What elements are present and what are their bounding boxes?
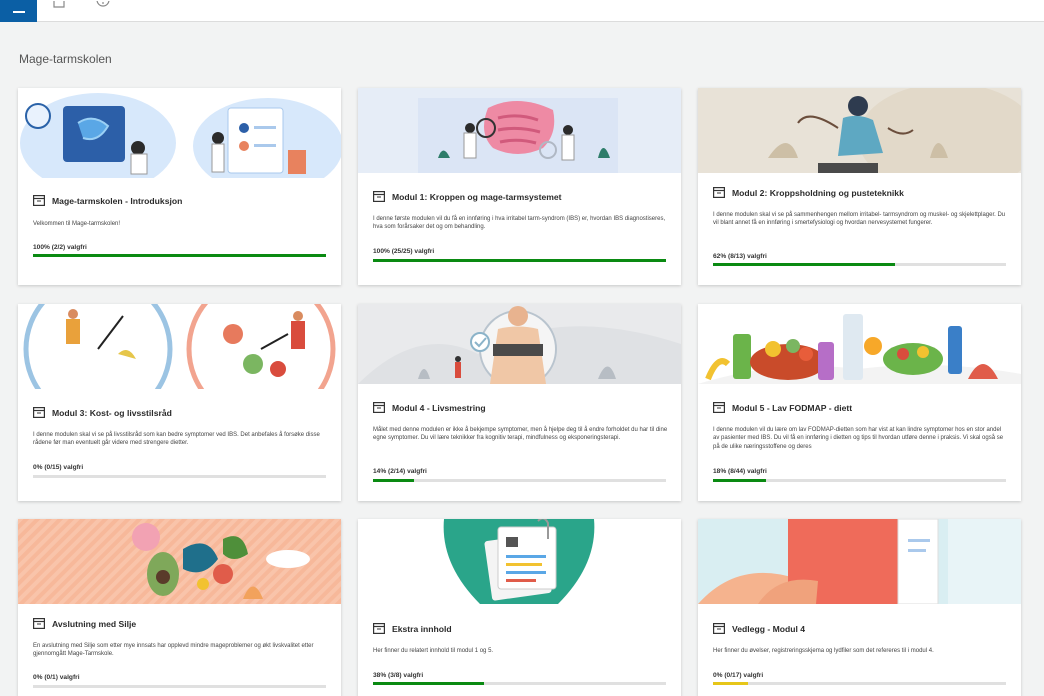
card-title: Modul 2: Kroppsholdning og pusteteknikk (732, 187, 904, 198)
card-description: I denne første modulen vil du få en innf… (373, 216, 666, 231)
card-illustration (18, 519, 341, 604)
progress-fill (713, 263, 895, 266)
card-description: Her finner du øvelser, registreringsskje… (713, 648, 934, 654)
card-illustration (18, 304, 341, 389)
page-title: Mage-tarmskolen (19, 52, 112, 66)
card-illustration (18, 88, 341, 178)
card-description: I denne modulen skal vi se på sammenheng… (713, 212, 1006, 227)
progress-bar (373, 479, 666, 482)
module-icon (373, 623, 385, 634)
course-card-modul-3[interactable]: Modul 3: Kost- og livsstilsråd I denne m… (18, 304, 341, 501)
progress-label: 18% (8/44) valgfri (713, 468, 767, 475)
info-button[interactable] (94, 0, 112, 12)
progress-fill (713, 682, 749, 685)
module-icon (713, 402, 725, 413)
progress-bar (33, 254, 326, 257)
progress-fill (373, 682, 485, 685)
progress-bar (373, 682, 666, 685)
course-card-modul-1[interactable]: Modul 1: Kroppen og mage-tarmsystemet I … (358, 88, 681, 285)
info-icon (96, 0, 110, 7)
card-title: Modul 1: Kroppen og mage-tarmsystemet (392, 191, 562, 202)
progress-bar (713, 263, 1006, 266)
card-description: I denne modulen vil du lære om lav FODMA… (713, 427, 1004, 450)
progress-bar (33, 475, 326, 478)
module-icon (713, 623, 725, 634)
course-card-avslutning[interactable]: Avslutning med Silje En avslutning med S… (18, 519, 341, 696)
progress-label: 100% (2/2) valgfri (33, 244, 87, 251)
card-illustration (358, 519, 681, 604)
progress-label: 38% (3/8) valgfri (373, 672, 424, 679)
card-description: Målet med denne modulen er ikke å bekjem… (373, 427, 668, 442)
menu-button[interactable] (0, 0, 37, 22)
card-description: En avslutning med Silje som etter mye in… (33, 643, 314, 658)
module-icon (713, 187, 725, 198)
progress-fill (373, 259, 666, 262)
card-title: Mage-tarmskolen - Introduksjon (52, 195, 183, 206)
module-icon (33, 195, 45, 206)
card-description: Her finner du relatert innhold til modul… (373, 648, 494, 654)
module-icon (33, 618, 45, 629)
progress-label: 100% (25/25) valgfri (373, 248, 435, 255)
progress-bar (33, 685, 326, 688)
progress-bar (713, 479, 1006, 482)
card-illustration (698, 88, 1021, 173)
home-button[interactable] (50, 0, 68, 12)
card-title: Modul 3: Kost- og livsstilsråd (52, 407, 172, 418)
card-illustration (698, 304, 1021, 384)
card-title: Modul 5 - Lav FODMAP - diett (732, 402, 853, 413)
card-illustration (358, 304, 681, 384)
progress-bar (713, 682, 1006, 685)
progress-label: 14% (2/14) valgfri (373, 468, 427, 475)
card-title: Modul 4 - Livsmestring (392, 402, 486, 413)
progress-label: 0% (0/1) valgfri (33, 674, 80, 681)
course-card-modul-4[interactable]: Modul 4 - Livsmestring Målet med denne m… (358, 304, 681, 501)
card-description: Velkommen til Mage-tarmskolen! (33, 221, 121, 227)
module-icon (33, 407, 45, 418)
hamburger-menu-icon (12, 11, 25, 13)
progress-label: 62% (8/13) valgfri (713, 253, 767, 260)
card-title: Vedlegg - Modul 4 (732, 623, 806, 634)
home-icon (53, 0, 65, 8)
course-card-modul-5[interactable]: Modul 5 - Lav FODMAP - diett I denne mod… (698, 304, 1021, 501)
card-illustration (358, 88, 681, 173)
progress-label: 0% (0/15) valgfri (33, 464, 84, 471)
top-bar (0, 0, 1044, 22)
course-card-modul-2[interactable]: Modul 2: Kroppsholdning og pusteteknikk … (698, 88, 1021, 285)
module-icon (373, 402, 385, 413)
progress-fill (33, 254, 326, 257)
progress-bar (373, 259, 666, 262)
module-icon (373, 191, 385, 202)
card-title: Avslutning med Silje (52, 618, 137, 629)
card-description: I denne modulen skal vi se på livsstilsr… (33, 432, 320, 447)
progress-fill (713, 479, 766, 482)
card-title: Ekstra innhold (392, 623, 452, 634)
course-card-vedlegg[interactable]: Vedlegg - Modul 4 Her finner du øvelser,… (698, 519, 1021, 696)
course-card-intro[interactable]: Mage-tarmskolen - Introduksjon Velkommen… (18, 88, 341, 285)
course-card-ekstra[interactable]: Ekstra innhold Her finner du relatert in… (358, 519, 681, 696)
progress-label: 0% (0/17) valgfri (713, 672, 764, 679)
card-illustration (698, 519, 1021, 604)
progress-fill (373, 479, 415, 482)
